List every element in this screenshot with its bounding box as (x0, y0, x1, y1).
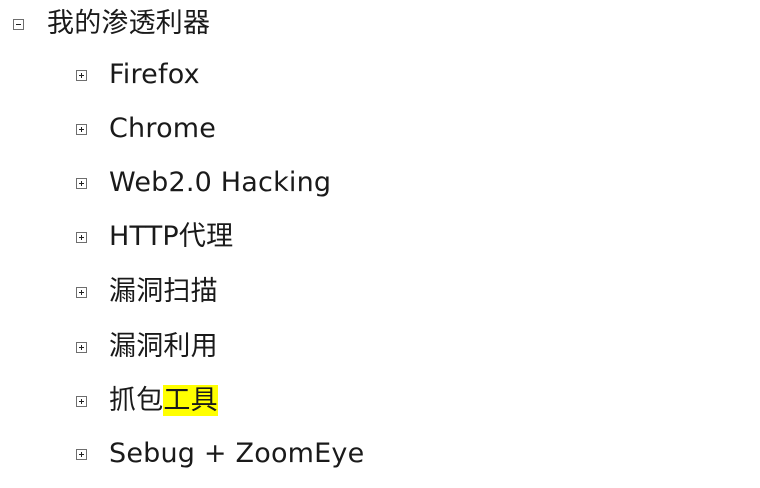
tree-node-label: HTTP代理 (109, 221, 234, 252)
tree-root-label: 我的渗透利器 (47, 8, 211, 39)
tree-node-sebug-zoomeye[interactable]: Sebug + ZoomEye (76, 436, 364, 472)
expand-plus-icon[interactable] (76, 69, 87, 81)
expand-plus-icon[interactable] (76, 341, 87, 353)
expand-plus-icon[interactable] (76, 286, 87, 298)
tree-node-label: 抓包工具 (109, 383, 218, 419)
collapse-minus-icon[interactable] (13, 18, 24, 30)
expand-plus-icon[interactable] (76, 177, 87, 189)
tree-node-vuln-exploit[interactable]: 漏洞利用 (76, 329, 218, 365)
mind-map-tree: 我的渗透利器 Firefox Chrome Web2.0 Hacking HTT… (0, 0, 760, 488)
search-highlight: 工具 (163, 385, 218, 416)
expand-plus-icon[interactable] (76, 395, 87, 407)
tree-root-node[interactable]: 我的渗透利器 (13, 6, 210, 42)
tree-node-chrome[interactable]: Chrome (76, 111, 216, 147)
tree-node-http-proxy[interactable]: HTTP代理 (76, 219, 233, 255)
tree-node-label: Sebug + ZoomEye (109, 438, 365, 469)
tree-node-label: 漏洞扫描 (109, 276, 218, 307)
tree-node-label: Chrome (109, 113, 217, 144)
expand-plus-icon[interactable] (76, 448, 87, 460)
tree-node-firefox[interactable]: Firefox (76, 57, 200, 93)
expand-plus-icon[interactable] (76, 123, 87, 135)
tree-node-packet-capture[interactable]: 抓包工具 (76, 383, 218, 419)
tree-node-label: Firefox (109, 59, 200, 90)
tree-node-web20-hacking[interactable]: Web2.0 Hacking (76, 165, 331, 201)
tree-node-label-plain: 抓包 (109, 385, 164, 416)
tree-node-label: Web2.0 Hacking (109, 167, 332, 198)
tree-node-label: 漏洞利用 (109, 331, 218, 362)
tree-node-vuln-scan[interactable]: 漏洞扫描 (76, 274, 218, 310)
expand-plus-icon[interactable] (76, 231, 87, 243)
